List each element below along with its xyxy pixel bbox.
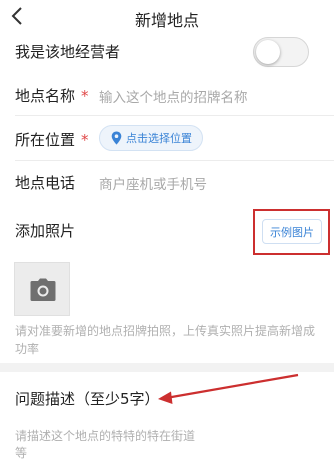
form-card: 我是该地经营者 地点名称 * 输入这个地点的招牌名称 所在位置 * 点击选择位置 地… — [0, 32, 334, 202]
select-location-label: 点击选择位置 — [126, 132, 192, 145]
toggle-knob — [256, 40, 280, 64]
page-title: 新增地点 — [134, 11, 199, 30]
divider — [15, 115, 334, 116]
photos-label: 添加照片 — [15, 222, 76, 240]
name-label: 地点名称 * — [15, 87, 89, 105]
example-photo-button[interactable]: 示例图片 — [262, 219, 322, 244]
required-mark: * — [81, 131, 89, 149]
location-pin-icon — [111, 131, 122, 145]
photo-hint-text: 请对准要新增的地点招牌拍照，上传真实照片提高新增成功率 — [15, 324, 316, 356]
name-input[interactable]: 输入这个地点的招牌名称 — [99, 86, 248, 106]
camera-icon — [30, 278, 56, 301]
phone-label: 地点电话 — [15, 174, 76, 192]
operator-row: 我是该地经营者 — [0, 32, 334, 70]
add-photo-button[interactable] — [14, 262, 70, 316]
issue-textarea[interactable]: 请描述这个地点的特特的特在街道等 — [15, 428, 205, 462]
operator-label: 我是该地经营者 — [15, 43, 121, 61]
location-label: 所在位置 * — [15, 131, 89, 149]
divider — [15, 160, 334, 161]
required-mark: * — [81, 87, 89, 105]
issue-label: 问题描述（至少5字） — [15, 390, 160, 408]
operator-toggle[interactable] — [253, 37, 309, 67]
select-location-button[interactable]: 点击选择位置 — [99, 125, 203, 151]
phone-input[interactable]: 商户座机或手机号 — [99, 173, 207, 193]
nav-bar: 新增地点 — [0, 0, 334, 32]
phone-row[interactable]: 地点电话 商户座机或手机号 — [0, 165, 334, 201]
